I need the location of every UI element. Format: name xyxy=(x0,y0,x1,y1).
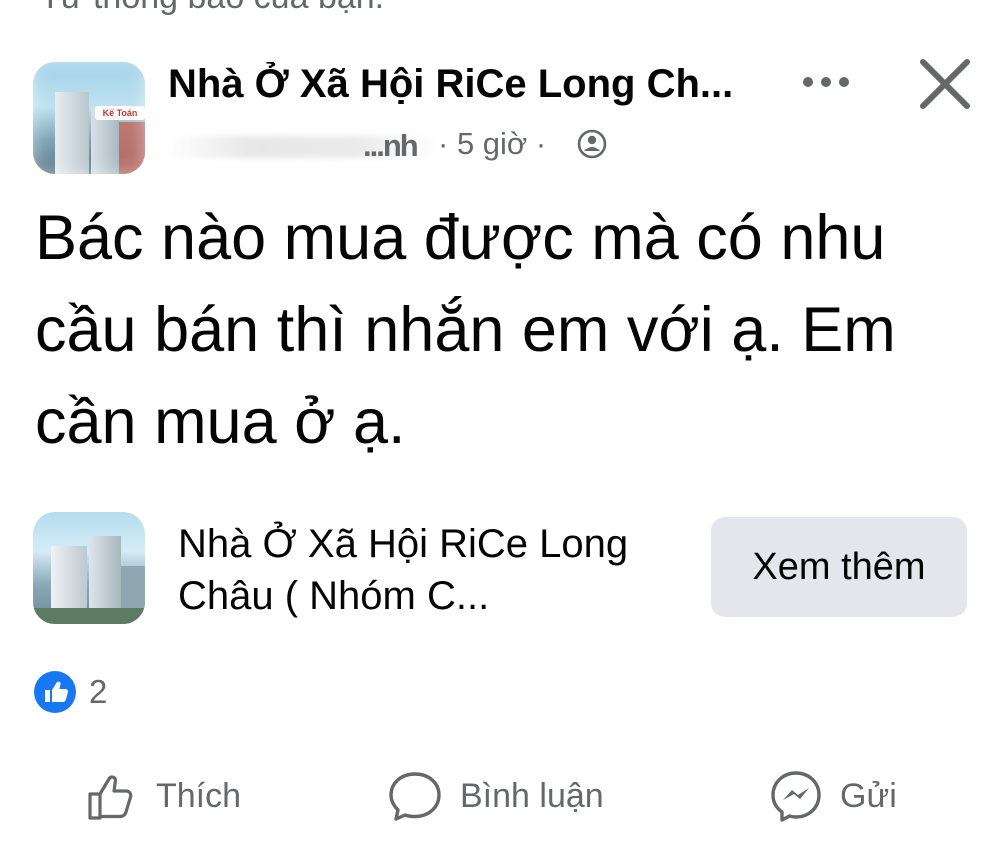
comment-button[interactable]: Bình luận xyxy=(386,760,604,832)
group-members-icon xyxy=(577,129,607,159)
comment-bubble-icon xyxy=(389,772,441,821)
author-name-tail: ...nh xyxy=(363,128,419,163)
group-thumbnail[interactable] xyxy=(33,512,145,624)
messenger-icon xyxy=(771,771,821,822)
like-label: Thích xyxy=(156,776,242,815)
reaction-count: 2 xyxy=(89,673,108,710)
group-name-link[interactable]: Nhà Ở Xã Hội RiCe Long Ch... xyxy=(168,62,758,107)
send-label: Gửi xyxy=(840,776,897,815)
comment-label: Bình luận xyxy=(460,776,604,815)
like-reaction-icon xyxy=(34,671,76,713)
like-button[interactable]: Thích xyxy=(84,760,241,832)
post-actions-bar: Thích Bình luận Gửi xyxy=(0,760,1000,840)
see-more-button[interactable]: Xem thêm xyxy=(711,517,967,617)
post-header: Kế Toán Nhà Ở Xã Hội RiCe Long Ch... ...… xyxy=(0,0,1000,180)
dot-icon xyxy=(821,77,831,87)
dot-icon xyxy=(839,77,849,87)
more-options-button[interactable] xyxy=(790,58,862,106)
post-body-text: Bác nào mua được mà có nhu cầu bán thì n… xyxy=(35,203,896,457)
group-card-title[interactable]: Nhà Ở Xã Hội RiCe Long Châu ( Nhóm C... xyxy=(178,518,678,622)
close-icon[interactable] xyxy=(915,56,975,112)
reaction-summary[interactable]: 2 xyxy=(33,668,107,716)
thumbs-up-icon xyxy=(88,775,133,820)
post-time[interactable]: · 5 giờ · xyxy=(438,126,546,162)
dot-icon xyxy=(803,77,813,87)
send-button[interactable]: Gửi xyxy=(768,760,897,832)
group-avatar[interactable]: Kế Toán xyxy=(33,62,145,174)
post-meta: ...nh · 5 giờ · xyxy=(168,124,648,168)
group-link-card[interactable]: Nhà Ở Xã Hội RiCe Long Châu ( Nhóm C... … xyxy=(0,500,1000,630)
